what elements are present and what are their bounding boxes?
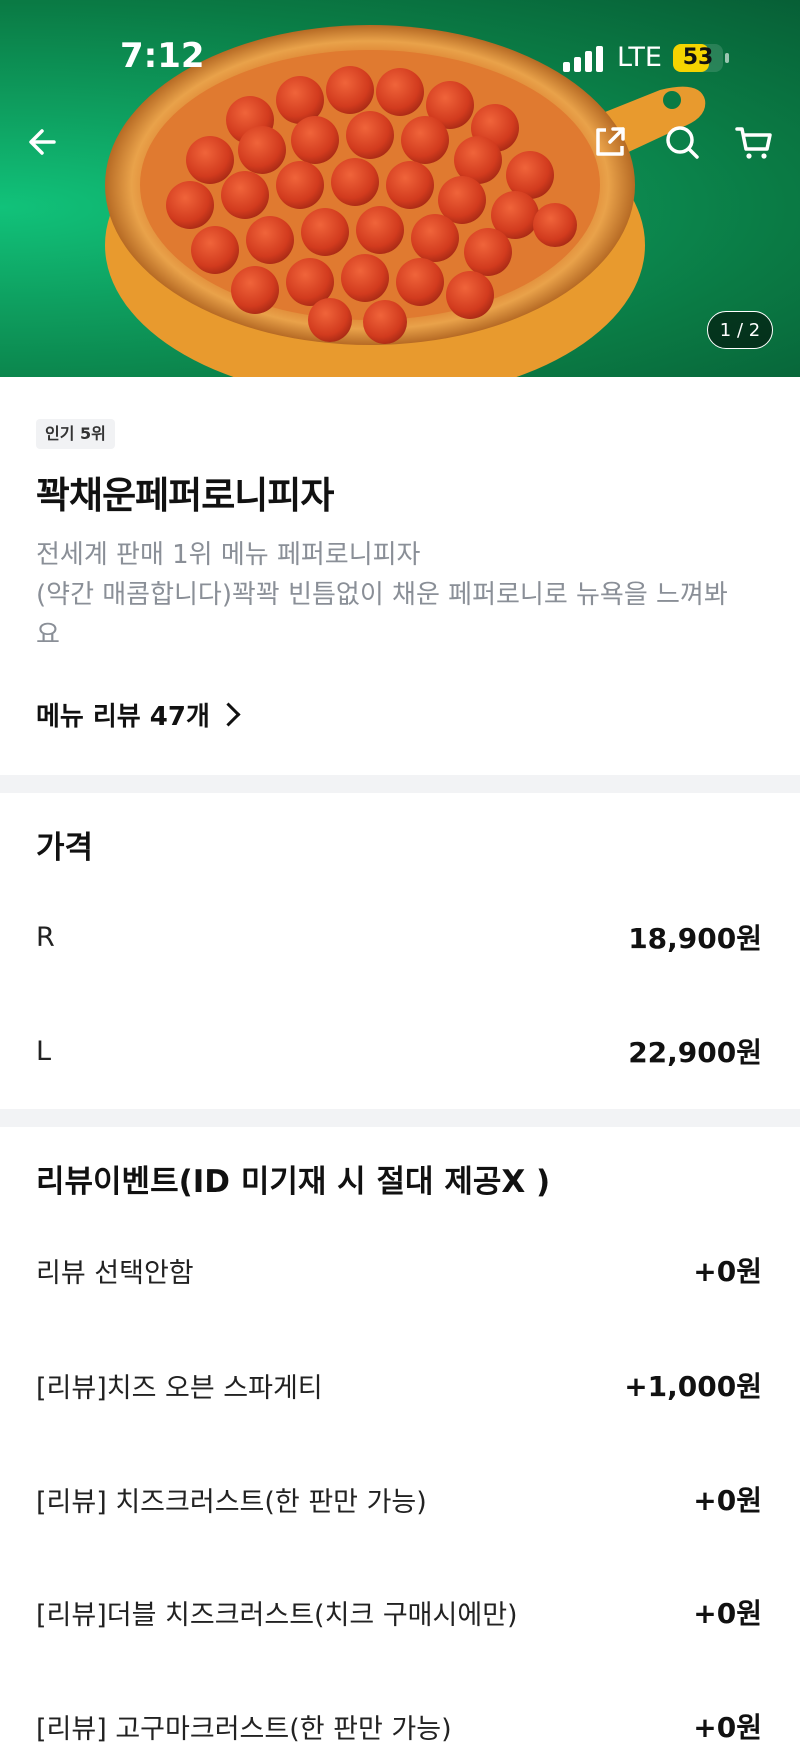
product-title: 꽉채운페퍼로니피자 <box>36 474 334 517</box>
option-price: 22,900원 <box>628 1036 762 1069</box>
description-line: 전세계 판매 1위 메뉴 페퍼로니피자 <box>36 540 421 570</box>
battery-level: 53 <box>682 45 714 70</box>
review-option-row[interactable]: [리뷰] 고구마크러스트(한 판만 가능) +0원 <box>36 1701 762 1751</box>
popularity-badge: 인기 5위 <box>36 419 115 449</box>
option-price: 18,900원 <box>628 922 762 955</box>
price-section-title: 가격 <box>36 830 94 866</box>
section-divider <box>0 775 800 793</box>
review-option-row[interactable]: [리뷰]치즈 오븐 스파게티 +1,000원 <box>36 1360 762 1410</box>
product-hero-image[interactable]: 7:12 LTE 53 1 / 2 <box>0 0 800 377</box>
cart-icon[interactable] <box>730 118 778 166</box>
review-event-section-title: 리뷰이벤트(ID 미기재 시 절대 제공X ) <box>36 1164 551 1200</box>
option-label: 리뷰 선택안함 <box>36 1257 194 1289</box>
chevron-right-icon <box>216 702 241 727</box>
network-type: LTE <box>617 42 662 73</box>
option-price: +0원 <box>693 1597 762 1630</box>
status-time: 7:12 <box>120 36 205 76</box>
option-label: [리뷰] 고구마크러스트(한 판만 가능) <box>36 1713 452 1745</box>
description-line: (약간 매콤합니다)꽉꽉 빈틈없이 채운 페퍼로니로 뉴욕을 느껴봐 <box>36 580 728 610</box>
back-arrow-icon[interactable] <box>20 118 68 166</box>
signal-icon <box>563 46 603 72</box>
section-divider <box>0 1109 800 1127</box>
price-option-row[interactable]: L 22,900원 <box>36 1026 762 1076</box>
option-price: +1,000원 <box>624 1370 762 1403</box>
option-label: [리뷰] 치즈크러스트(한 판만 가능) <box>36 1486 427 1518</box>
product-description: 전세계 판매 1위 메뉴 페퍼로니피자 (약간 매콤합니다)꽉꽉 빈틈없이 채운… <box>36 535 766 655</box>
option-price: +0원 <box>693 1484 762 1517</box>
description-line: 요 <box>36 620 60 650</box>
menu-review-link[interactable]: 메뉴 리뷰 47개 <box>36 696 241 733</box>
search-icon[interactable] <box>658 118 706 166</box>
option-price: +0원 <box>693 1255 762 1288</box>
option-price: +0원 <box>693 1711 762 1744</box>
share-icon[interactable] <box>586 118 634 166</box>
review-option-row[interactable]: [리뷰] 치즈크러스트(한 판만 가능) +0원 <box>36 1474 762 1524</box>
option-label: [리뷰]치즈 오븐 스파게티 <box>36 1372 323 1404</box>
review-option-row[interactable]: 리뷰 선택안함 +0원 <box>36 1245 762 1295</box>
price-option-row[interactable]: R 18,900원 <box>36 912 762 962</box>
option-label: L <box>36 1035 52 1067</box>
review-option-row[interactable]: [리뷰]더블 치즈크러스트(치크 구매시에만) +0원 <box>36 1587 762 1637</box>
option-label: [리뷰]더블 치즈크러스트(치크 구매시에만) <box>36 1599 518 1631</box>
image-pager: 1 / 2 <box>707 311 773 349</box>
status-bar: 7:12 LTE 53 <box>0 0 800 110</box>
option-label: R <box>36 921 55 953</box>
review-link-label: 메뉴 리뷰 47개 <box>36 702 210 732</box>
battery-indicator: 53 <box>673 44 723 72</box>
